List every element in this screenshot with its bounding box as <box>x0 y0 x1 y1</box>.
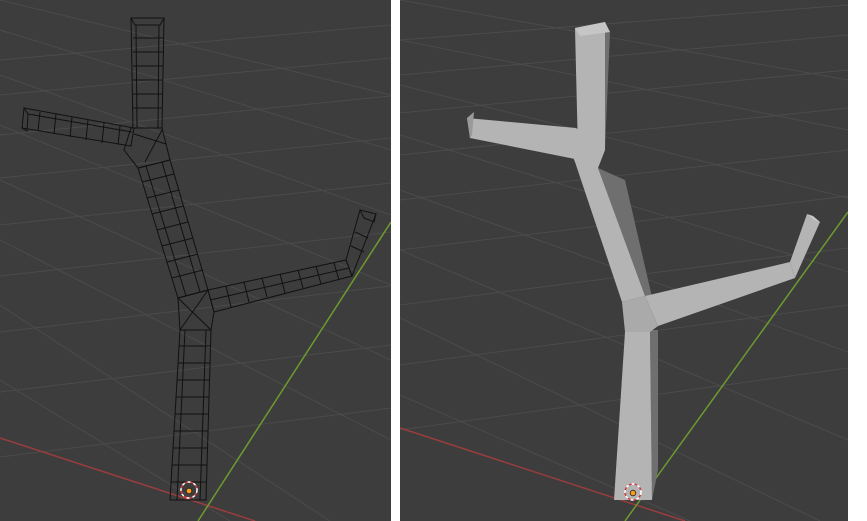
y-axis-line <box>197 221 391 521</box>
y-axis-line <box>624 211 848 521</box>
tree-solid-mesh[interactable] <box>467 22 820 500</box>
object-origin-icon <box>185 487 193 495</box>
viewport-wireframe[interactable] <box>0 0 391 521</box>
viewport-solid[interactable] <box>400 0 848 521</box>
object-origin-icon <box>629 489 637 497</box>
tree-wireframe-mesh[interactable] <box>21 17 377 501</box>
floor-grid <box>0 0 391 521</box>
viewport-wireframe-canvas[interactable] <box>0 0 391 521</box>
viewport-solid-canvas[interactable] <box>400 0 848 521</box>
x-axis-line <box>0 437 256 521</box>
